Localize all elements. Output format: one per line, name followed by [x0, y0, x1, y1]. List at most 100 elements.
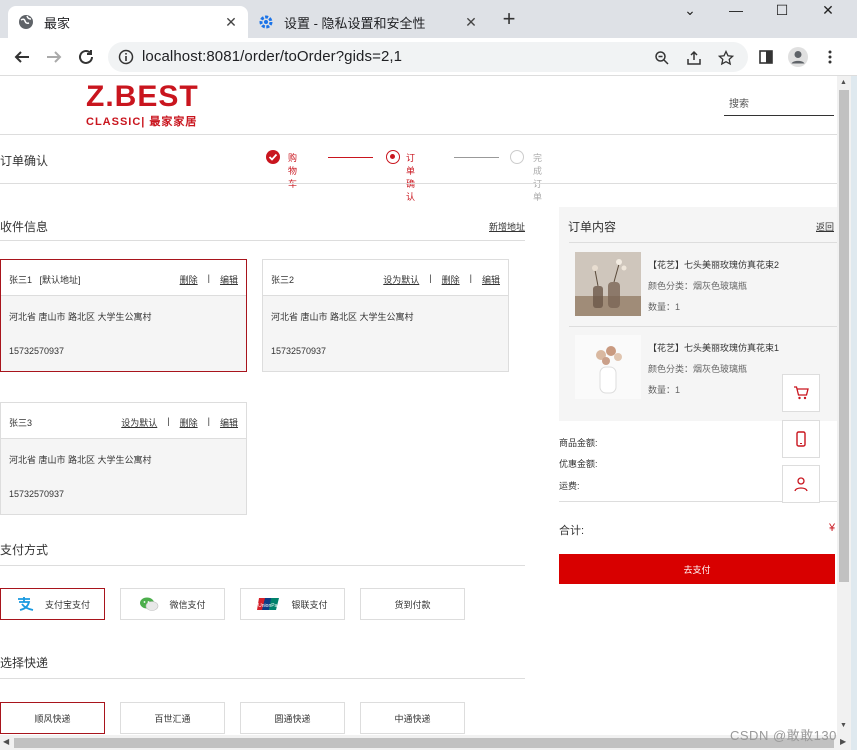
scroll-down-icon[interactable]: ▼: [840, 722, 847, 729]
separator: |: [469, 273, 472, 283]
product-title[interactable]: 【花艺】七头美丽玫瑰仿真花束1: [648, 341, 779, 354]
address-card[interactable]: 张三2 设为默认 | 删除 | 编辑 河北省 唐山市 路北区 大学生公寓村 15…: [262, 259, 509, 372]
address-actions: 删除 | 编辑: [170, 273, 238, 286]
scrollbar-thumb[interactable]: [14, 738, 834, 748]
scroll-left-icon[interactable]: ◀: [3, 737, 9, 746]
address-text: 河北省 唐山市 路北区 大学生公寓村: [271, 312, 414, 322]
browser-tab-bar: 最家 ✕ 设置 - 隐私设置和安全性 ✕ + ⌄ — ☐ ✕: [0, 0, 857, 38]
step-line: [328, 157, 373, 158]
cart-icon[interactable]: [782, 374, 820, 412]
pay-unionpay-button[interactable]: UnionPay 银联支付: [240, 588, 345, 620]
scroll-right-icon[interactable]: ▶: [840, 737, 846, 746]
logo-text: Z.BEST: [86, 80, 199, 113]
vertical-scrollbar[interactable]: ▲ ▼: [837, 76, 851, 735]
product-spec: 颜色分类：烟灰色玻璃瓶: [648, 281, 748, 291]
unionpay-icon: UnionPay: [257, 597, 281, 611]
express-option[interactable]: 百世汇通: [120, 702, 225, 734]
step-cart: 购物车: [288, 153, 298, 189]
search-input[interactable]: 搜索: [724, 94, 834, 116]
chevron-down-icon[interactable]: ⌄: [667, 0, 713, 20]
edit-link[interactable]: 编辑: [482, 273, 500, 286]
star-icon[interactable]: [716, 48, 736, 68]
pay-alipay-button[interactable]: 支付宝支付: [0, 588, 105, 620]
separator: |: [207, 273, 210, 283]
pay-cod-button[interactable]: 货到付款: [360, 588, 465, 620]
delete-link[interactable]: 删除: [442, 273, 460, 286]
gear-icon: [258, 14, 274, 30]
site-logo[interactable]: Z.BEST CLASSIC| 最家家居: [86, 82, 199, 129]
pay-label: 货到付款: [394, 599, 431, 610]
address-card[interactable]: 张三3 设为默认 | 删除 | 编辑 河北省 唐山市 路北区 大学生公寓村 15…: [0, 402, 247, 515]
address-bar[interactable]: localhost:8081/order/toOrder?gids=2,1: [108, 42, 748, 72]
mobile-icon[interactable]: [782, 420, 820, 458]
back-arrow-icon[interactable]: [10, 45, 34, 69]
product-image[interactable]: [575, 335, 641, 399]
shipping-fee-label: 运费:: [559, 481, 580, 491]
forward-arrow-icon[interactable]: [42, 45, 66, 69]
user-icon[interactable]: [782, 465, 820, 503]
pay-wechat-button[interactable]: 微信支付: [120, 588, 225, 620]
separator: |: [207, 416, 210, 426]
page-title: 订单确认: [0, 154, 49, 168]
close-window-icon[interactable]: ✕: [805, 0, 851, 20]
product-image[interactable]: [575, 252, 641, 316]
phone-text: 15732570937: [9, 489, 65, 499]
delete-link[interactable]: 删除: [180, 273, 198, 286]
tab-active[interactable]: 最家 ✕: [8, 6, 248, 38]
tab-close-icon[interactable]: ✕: [222, 13, 240, 31]
default-tag: [默认地址]: [39, 275, 81, 285]
express-option[interactable]: 顺风快递: [0, 702, 105, 734]
express-option[interactable]: 圆通快递: [240, 702, 345, 734]
divider: [0, 240, 525, 241]
radio-current-icon: [386, 150, 400, 164]
back-link[interactable]: 返回: [816, 220, 834, 233]
set-default-link[interactable]: 设为默认: [383, 273, 419, 286]
alipay-icon: [15, 596, 35, 612]
share-icon[interactable]: [684, 48, 704, 68]
step-complete: 完成订单: [533, 153, 543, 202]
add-address-link[interactable]: 新增地址: [489, 220, 525, 233]
wechat-icon: [139, 596, 159, 612]
edit-link[interactable]: 编辑: [220, 416, 238, 429]
maximize-icon[interactable]: ☐: [759, 0, 805, 20]
tab-close-icon[interactable]: ✕: [462, 13, 480, 31]
url-text: localhost:8081/order/toOrder?gids=2,1: [142, 48, 403, 65]
browser-toolbar: localhost:8081/order/toOrder?gids=2,1: [0, 38, 857, 76]
scrollbar-thumb[interactable]: [839, 90, 849, 582]
express-option[interactable]: 中通快递: [360, 702, 465, 734]
express-label: 圆通快递: [274, 713, 311, 724]
address-actions: 设为默认 | 删除 | 编辑: [111, 416, 238, 429]
window-edge: [851, 76, 857, 750]
phone-text: 15732570937: [9, 346, 65, 356]
address-card-header: 张三3 设为默认 | 删除 | 编辑: [1, 403, 246, 439]
sidepanel-icon[interactable]: [754, 45, 778, 69]
address-name: 张三1 [默认地址]: [9, 273, 81, 286]
reload-icon[interactable]: [74, 45, 98, 69]
express-label: 百世汇通: [154, 713, 191, 724]
address-card[interactable]: 张三1 [默认地址] 删除 | 编辑 河北省 唐山市 路北区 大学生公寓村 15…: [0, 259, 247, 372]
product-title[interactable]: 【花艺】七头美丽玫瑰仿真花束2: [648, 258, 779, 271]
step-line: [454, 157, 499, 158]
separator: |: [429, 273, 432, 283]
delete-link[interactable]: 删除: [180, 416, 198, 429]
logo-subtitle: CLASSIC| 最家家居: [86, 116, 198, 128]
horizontal-scrollbar[interactable]: ◀ ▶: [0, 735, 851, 750]
shipping-title: 收件信息: [0, 220, 49, 234]
tab-settings[interactable]: 设置 - 隐私设置和安全性 ✕: [248, 6, 488, 38]
check-circle-icon: [266, 150, 280, 164]
pay-label: 银联支付: [291, 599, 328, 610]
divider: [569, 242, 837, 243]
kebab-menu-icon[interactable]: [818, 45, 842, 69]
pay-label: 微信支付: [169, 599, 206, 610]
scroll-up-icon[interactable]: ▲: [840, 79, 847, 86]
info-icon[interactable]: [118, 49, 134, 70]
pay-now-button[interactable]: 去支付: [559, 554, 835, 584]
order-title: 订单内容: [568, 220, 617, 234]
zoom-icon[interactable]: [652, 48, 672, 68]
profile-avatar-icon[interactable]: [786, 45, 810, 69]
address-card-header: 张三1 [默认地址] 删除 | 编辑: [1, 260, 246, 296]
minimize-icon[interactable]: —: [713, 0, 759, 20]
edit-link[interactable]: 编辑: [220, 273, 238, 286]
new-tab-button[interactable]: +: [498, 8, 520, 31]
set-default-link[interactable]: 设为默认: [121, 416, 157, 429]
